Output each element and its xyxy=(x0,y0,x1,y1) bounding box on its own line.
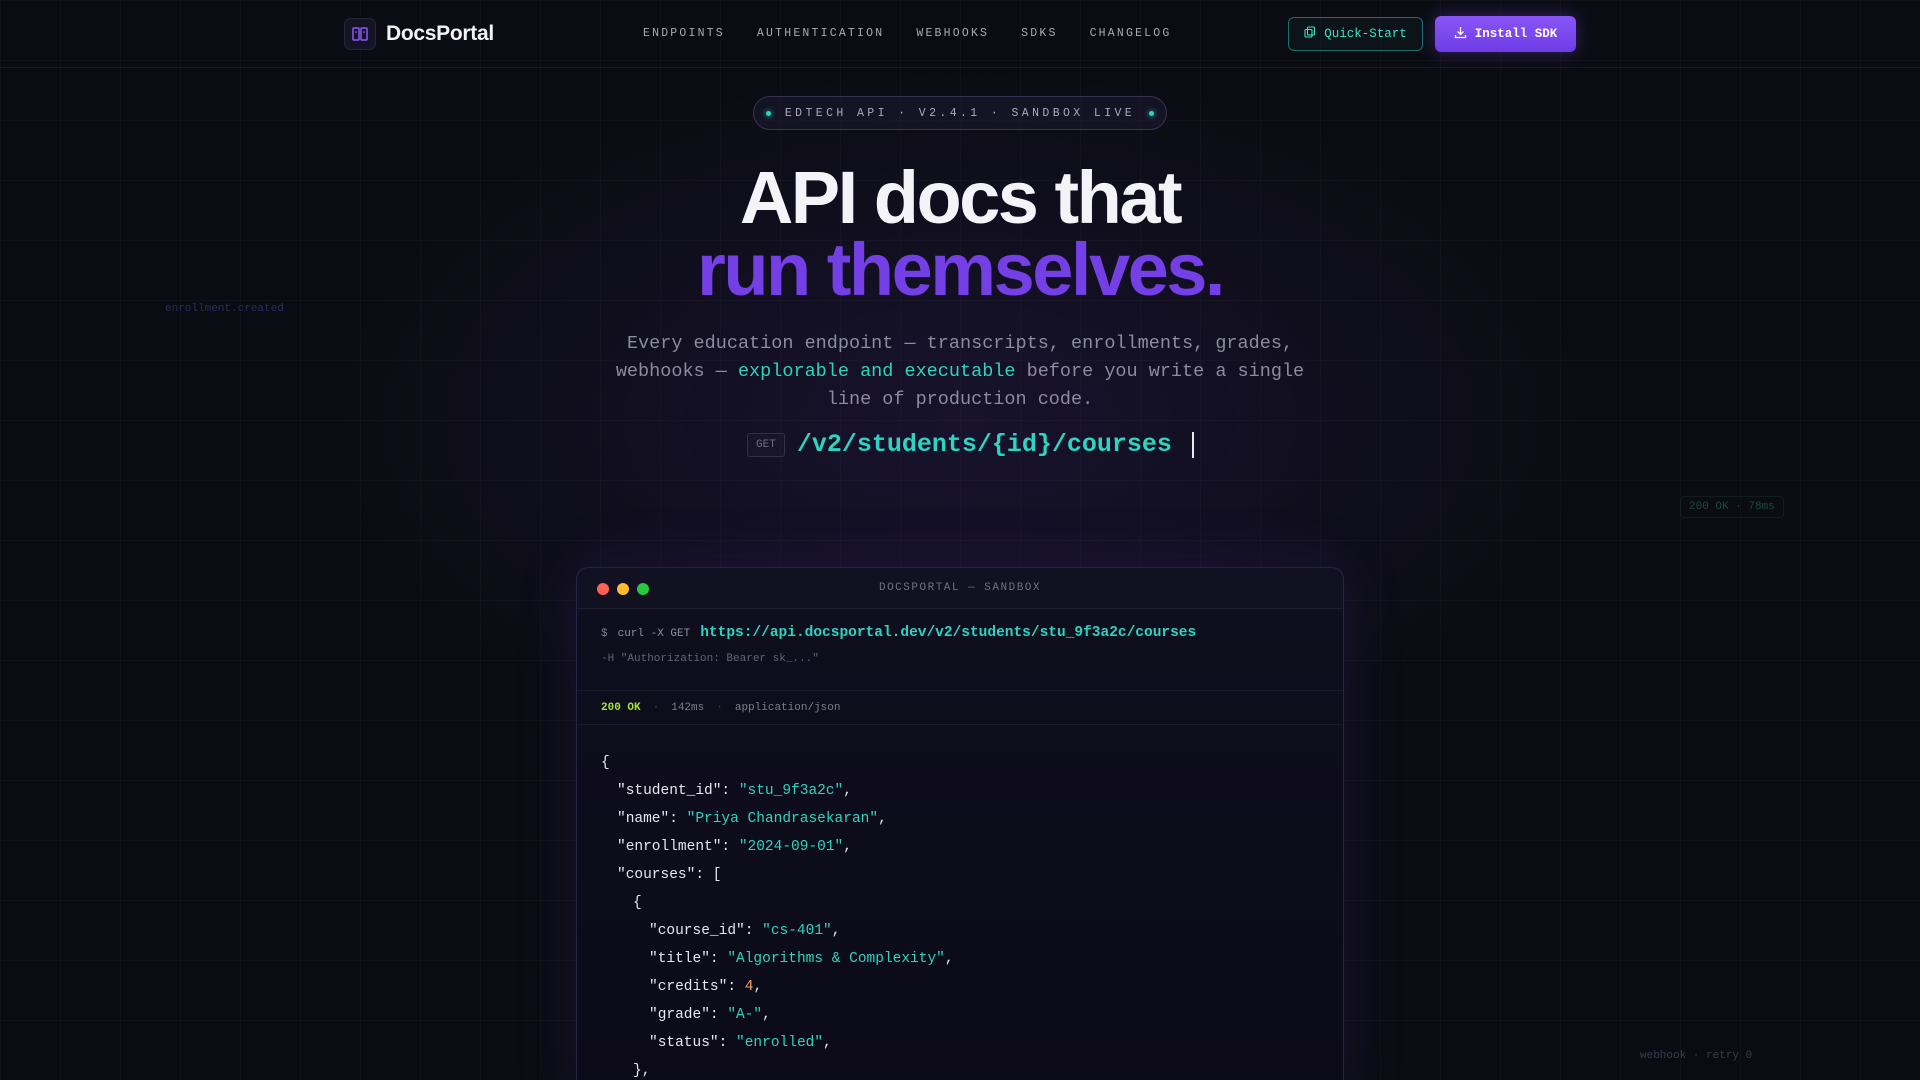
json-punct: : [ xyxy=(695,867,722,883)
json-punct: : xyxy=(718,1035,737,1051)
json-line: "credits": 4, xyxy=(601,973,1319,1001)
request-command: $ curl -X GET https://api.docsportal.dev… xyxy=(577,609,1343,691)
json-punct: , xyxy=(843,839,852,855)
brand[interactable]: DocsPortal xyxy=(344,18,494,50)
json-line: "grade": "A-", xyxy=(601,1001,1319,1029)
nav-links: ENDPOINTS AUTHENTICATION WEBHOOKS SDKS C… xyxy=(643,27,1171,40)
json-string: "cs-401" xyxy=(762,923,832,939)
json-punct: : xyxy=(727,979,745,995)
json-punct: { xyxy=(633,895,642,911)
json-punct: : xyxy=(744,923,763,939)
hero-title-line2: run themselves. xyxy=(697,228,1225,311)
separator: · xyxy=(652,701,660,714)
json-line: "status": "enrolled", xyxy=(601,1029,1319,1057)
json-string: "2024-09-01" xyxy=(738,839,844,855)
copy-icon xyxy=(1304,26,1316,42)
json-key: "enrollment" xyxy=(617,839,722,855)
json-key: "grade" xyxy=(649,1007,710,1023)
json-key: "courses" xyxy=(617,867,696,883)
content-type: application/json xyxy=(734,701,841,714)
json-line: "enrollment": "2024-09-01", xyxy=(601,833,1319,861)
sandbox-terminal: DOCSPORTAL — SANDBOX $ curl -X GET https… xyxy=(576,567,1344,1080)
json-punct: : xyxy=(709,1007,728,1023)
json-punct: : xyxy=(709,951,728,967)
response-json: {"student_id": "stu_9f3a2c", "name": "Pri… xyxy=(577,725,1343,1080)
json-string: "stu_9f3a2c" xyxy=(738,783,844,799)
json-string: "A-" xyxy=(727,1007,763,1023)
quick-start-button[interactable]: Quick-Start xyxy=(1288,17,1423,51)
text-cursor xyxy=(1191,431,1194,458)
live-dot-icon xyxy=(1149,110,1155,116)
json-punct: : xyxy=(721,839,739,855)
endpoint-method: GET xyxy=(747,432,785,457)
json-punct: , xyxy=(878,811,887,827)
json-line: }, xyxy=(601,1057,1319,1080)
json-punct: , xyxy=(944,951,954,967)
json-key: "course_id" xyxy=(649,923,745,939)
nav-link-changelog[interactable]: CHANGELOG xyxy=(1090,27,1172,40)
json-line: { xyxy=(601,889,1319,917)
json-punct: , xyxy=(762,1007,771,1023)
json-line: "courses": [ xyxy=(601,861,1319,889)
json-punct: : xyxy=(721,783,739,799)
command-verb: curl -X GET xyxy=(617,628,691,640)
separator: · xyxy=(716,701,723,714)
json-line: "name": "Priya Chandrasekaran", xyxy=(601,805,1319,833)
json-string: "Algorithms & Complexity" xyxy=(727,951,945,967)
json-punct: , xyxy=(823,1035,832,1051)
download-icon xyxy=(1454,26,1467,43)
live-dot-icon xyxy=(765,110,771,116)
response-latency: 142ms xyxy=(671,701,705,714)
json-line: "course_id": "cs-401", xyxy=(601,917,1319,945)
nav-link-webhooks[interactable]: WEBHOOKS xyxy=(916,27,989,40)
quick-start-label: Quick-Start xyxy=(1324,27,1407,41)
json-key: "status" xyxy=(649,1035,719,1051)
brand-name: DocsPortal xyxy=(386,22,494,45)
request-url[interactable]: https://api.docsportal.dev/v2/students/s… xyxy=(700,625,1196,641)
nav-link-authentication[interactable]: AUTHENTICATION xyxy=(757,27,884,40)
json-punct: , xyxy=(831,923,841,939)
hero-subtitle: Every education endpoint — transcripts, … xyxy=(610,330,1310,414)
json-line: "title": "Algorithms & Complexity", xyxy=(601,945,1319,973)
request-header: -H "Authorization: Bearer sk_..." xyxy=(601,653,819,665)
endpoint-preview: GET /v2/students/{id}/courses xyxy=(747,430,1194,459)
shell-prompt: $ xyxy=(601,628,608,640)
terminal-title: DOCSPORTAL — SANDBOX xyxy=(878,582,1042,594)
json-key: "student_id" xyxy=(617,783,722,799)
command-line: $ curl -X GET https://api.docsportal.dev… xyxy=(601,625,1319,641)
json-string: "Priya Chandrasekaran" xyxy=(686,811,879,827)
json-key: "credits" xyxy=(649,979,728,995)
version-badge: EDTECH API · V2.4.1 · SANDBOX LIVE xyxy=(753,96,1167,130)
json-line: "student_id": "stu_9f3a2c", xyxy=(601,777,1319,805)
floating-webhook-label: webhook · retry 0 xyxy=(1640,1050,1753,1062)
top-nav: DocsPortal ENDPOINTS AUTHENTICATION WEBH… xyxy=(0,0,1920,68)
floating-event-label: enrollment.created xyxy=(165,303,284,315)
book-icon xyxy=(344,18,376,50)
json-line: { xyxy=(601,749,1319,777)
status-code: 200 OK xyxy=(601,701,641,714)
json-punct: { xyxy=(601,755,610,771)
hero-subtitle-highlight: explorable and executable xyxy=(737,361,1016,382)
json-key: "title" xyxy=(649,951,710,967)
response-status-bar: 200 OK · 142ms · application/json xyxy=(577,691,1343,725)
nav-link-sdks[interactable]: SDKS xyxy=(1021,27,1057,40)
nav-link-endpoints[interactable]: ENDPOINTS xyxy=(643,27,725,40)
install-sdk-button[interactable]: Install SDK xyxy=(1435,16,1576,52)
floating-status-label: 200 OK · 78ms xyxy=(1680,496,1784,518)
json-punct: }, xyxy=(633,1063,651,1079)
terminal-titlebar: DOCSPORTAL — SANDBOX xyxy=(577,568,1343,609)
json-string: "enrolled" xyxy=(736,1035,824,1051)
endpoint-path: /v2/students/{id}/courses xyxy=(796,430,1172,459)
json-punct: , xyxy=(843,783,852,799)
json-punct: , xyxy=(753,979,763,995)
json-punct: : xyxy=(669,811,687,827)
hero-title-line1: API docs that xyxy=(739,156,1183,239)
json-key: "name" xyxy=(617,811,670,827)
version-badge-text: EDTECH API · V2.4.1 · SANDBOX LIVE xyxy=(784,106,1136,120)
install-sdk-label: Install SDK xyxy=(1474,27,1558,41)
